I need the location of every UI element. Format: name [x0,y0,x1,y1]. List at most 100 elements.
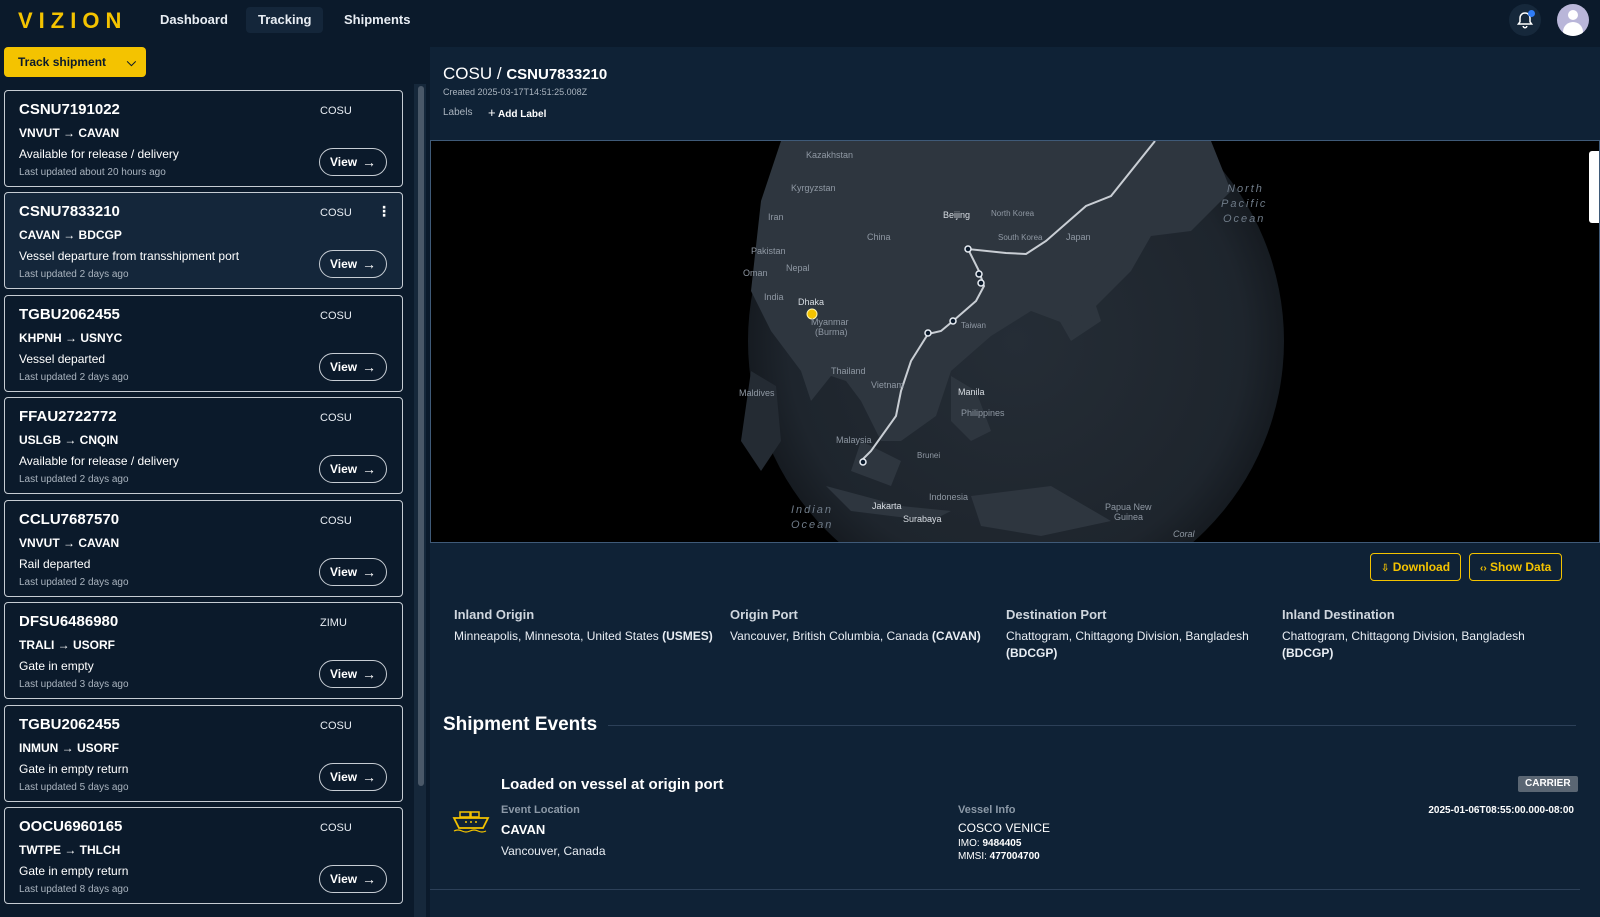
last-updated: Last updated 5 days ago [19,782,129,793]
map-label-india: India [764,292,784,302]
route-stop[interactable] [949,317,957,325]
shipment-card[interactable]: CCLU7687570 COSU VNVUT → CAVAN Rail departe… [4,500,403,597]
view-button[interactable]: View → [319,660,387,688]
origin-port: Origin Port Vancouver, British Columbia,… [730,607,1000,645]
event-location-label: Event Location [501,804,580,816]
container-id: TGBU2062455 [19,306,120,323]
inland-destination-heading: Inland Destination [1282,607,1395,622]
map-label-jakarta: Jakarta [872,501,902,511]
map-label-philippines: Philippines [961,408,1005,418]
route-map[interactable]: Kazakhstan Kyrgyzstan Iran Pakistan Oman… [430,140,1600,543]
shipment-card[interactable]: CSNU7833210 COSU CAVAN → BDCGP Vessel depar… [4,192,403,289]
view-button[interactable]: View → [319,865,387,893]
shipment-status: Gate in empty return [19,864,129,878]
shipment-status: Vessel departure from transshipment port [19,249,240,263]
map-label-burma: (Burma) [815,327,848,337]
vessel-info-label: Vessel Info [958,804,1016,816]
view-label: View [330,872,358,886]
last-updated: Last updated 2 days ago [19,269,129,280]
ship-icon [452,811,490,833]
nav-tracking[interactable]: Tracking [246,7,324,33]
route-codes: VNVUT → CAVAN [19,536,120,550]
route-codes: VNVUT → CAVAN [19,126,120,140]
route-stop[interactable] [964,245,972,253]
last-updated: Last updated about 20 hours ago [19,167,166,178]
route-stop[interactable] [977,279,985,287]
origin-port-value: Vancouver, British Columbia, Canada (CAV… [730,629,981,643]
show-data-button[interactable]: ‹› Show Data [1469,553,1563,581]
map-label-brunei: Brunei [917,451,940,460]
plus-icon: + [488,105,496,120]
inland-origin-heading: Inland Origin [454,607,535,622]
shipment-card[interactable]: CSNU7191022 COSU VNVUT → CAVAN Available fo… [4,90,403,187]
container-id: CSNU7191022 [19,101,120,118]
map-canvas[interactable]: Kazakhstan Kyrgyzstan Iran Pakistan Oman… [431,141,1600,543]
view-button[interactable]: View → [319,558,387,586]
route-codes: KHPNH → USNYC [19,331,123,345]
add-label-text: Add Label [498,109,547,120]
map-label-dhaka: Dhaka [798,297,824,307]
add-label-button[interactable]: + Add Label [488,105,546,120]
vizion-logo[interactable]: VIZION [18,8,127,34]
show-data-label: Show Data [1490,560,1552,574]
chevron-down-icon: ⌵ [126,55,136,69]
event-title: Loaded on vessel at origin port [501,776,724,793]
map-label-maldives: Maldives [739,388,775,398]
last-updated: Last updated 8 days ago [19,884,129,895]
shipment-status: Available for release / delivery [19,454,179,468]
map-label-kyrgyzstan: Kyrgyzstan [791,183,836,193]
view-button[interactable]: View → [319,763,387,791]
carrier-code: COSU [320,207,352,219]
view-label: View [330,155,358,169]
title-carrier: COSU [443,64,493,83]
arrow-right-icon: → [362,666,376,682]
route-stop[interactable] [924,329,932,337]
download-button[interactable]: ⇩ Download [1370,553,1462,581]
map-label-south-korea: South Korea [998,233,1043,242]
view-button[interactable]: View → [319,148,387,176]
notification-dot [1528,10,1535,17]
user-avatar[interactable] [1557,4,1589,36]
last-updated: Last updated 2 days ago [19,577,129,588]
carrier-code: COSU [320,720,352,732]
arrow-right-icon: → [362,564,376,580]
page-title: COSU / CSNU7833210 [443,64,607,84]
arrow-right-icon: → [362,461,376,477]
route-codes: TWTPE → THLCH [19,843,121,857]
shipment-card[interactable]: TGBU2062455 COSU KHPNH → USNYC Vessel depar… [4,295,403,392]
shipment-card[interactable]: DFSU6486980 ZIMU TRALI → USORF Gate in empt… [4,602,403,699]
destination-port: Destination Port Chattogram, Chittagong … [1006,607,1276,662]
inland-origin: Inland Origin Minneapolis, Minnesota, Un… [454,607,724,645]
view-button[interactable]: View → [319,353,387,381]
route-stop[interactable] [859,458,867,466]
view-button[interactable]: View → [319,250,387,278]
map-zoom-controls[interactable] [1589,151,1599,223]
shipment-status: Vessel departed [19,352,106,366]
track-shipment-label: Track shipment [18,55,107,69]
view-button[interactable]: View → [319,455,387,483]
shipment-card[interactable]: OOCU6960165 COSU TWTPE → THLCH Gate in empt… [4,807,403,904]
notifications-button[interactable] [1509,4,1541,36]
sidebar-scrollbar-thumb[interactable] [418,86,424,786]
container-id: TGBU2062455 [19,716,120,733]
shipment-card[interactable]: FFAU2722772 COSU USLGB → CNQIN Available fo… [4,397,403,494]
destination-port-heading: Destination Port [1006,607,1107,622]
route-stop[interactable] [975,270,983,278]
title-container: CSNU7833210 [506,66,608,83]
nav-dashboard[interactable]: Dashboard [148,7,240,33]
nav-shipments[interactable]: Shipments [332,7,422,33]
divider [430,889,1580,890]
map-label-papua: Papua New [1105,502,1152,512]
shipment-card[interactable]: TGBU2062455 COSU INMUN → USORF Gate in empt… [4,705,403,802]
event-location-city: Vancouver, Canada [501,844,606,858]
view-label: View [330,770,358,784]
inland-destination-value: Chattogram, Chittagong Division, Banglad… [1282,629,1525,660]
vessel-imo: IMO: 9484405 [958,838,1022,849]
shipment-status: Gate in empty return [19,762,129,776]
track-shipment-button[interactable]: Track shipment ⌵ [4,47,146,77]
more-options-icon[interactable]: ⋮ [377,203,391,220]
map-label-indonesia: Indonesia [929,492,968,502]
shipment-detail: COSU / CSNU7833210 Created 2025-03-17T14… [430,47,1600,917]
arrow-right-icon: → [362,359,376,375]
last-updated: Last updated 3 days ago [19,679,129,690]
